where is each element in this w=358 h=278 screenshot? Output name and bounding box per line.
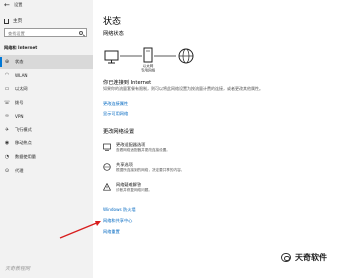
- sidebar-item-2[interactable]: ▭ 以太网: [0, 82, 93, 96]
- ethernet-icon: ▭: [4, 85, 10, 92]
- windows-firewall-link[interactable]: Windows 防火墙: [103, 207, 136, 213]
- sidebar-item-label: WLAN: [15, 72, 28, 78]
- sidebar: ← 设置 主页 查找设置 网络和 Internet ⊕ 状态 ◠ WLAN ▭ 以太网 ☏ 拨…: [0, 0, 93, 278]
- sidebar-section-title: 网络和 Internet: [4, 45, 38, 50]
- diagram-caption-2: 专用网络: [141, 68, 156, 73]
- change-connection-properties-link[interactable]: 更改连接属性: [103, 101, 128, 107]
- network-reset-link[interactable]: 网络重置: [103, 229, 120, 235]
- pc-icon: [104, 50, 119, 64]
- sidebar-item-label: 拨号: [15, 99, 24, 105]
- back-arrow-icon[interactable]: ←: [4, 1, 10, 9]
- sharing-options[interactable]: 共享选项 根据所连接到的网络，决定要共享的内容。: [103, 162, 253, 178]
- sidebar-nav: ⊕ 状态 ◠ WLAN ▭ 以太网 ☏ 拨号 ∞ VPN ✈ 飞行模式 ◉ 移动热点 ◔ 数据使用量 ⊙ 代理: [0, 55, 93, 177]
- sharing-icon: [103, 163, 111, 171]
- wechat-icon: [281, 253, 291, 262]
- show-available-networks-link[interactable]: 显示可用网络: [103, 111, 128, 117]
- search-icon[interactable]: [79, 31, 83, 35]
- hotspot-icon: ◉: [4, 140, 10, 147]
- network-sharing-center-link[interactable]: 网络和共享中心: [103, 218, 132, 224]
- router-icon: [143, 47, 153, 63]
- sidebar-item-label: VPN: [15, 113, 24, 119]
- main-panel: 状态 网络状态 以太网 专用网络 你已连接到 Internet 如果你的流量套餐…: [93, 0, 358, 278]
- search-placeholder: 查找设置: [8, 30, 25, 36]
- home-icon: [4, 18, 9, 24]
- network-troubleshooter-desc: 诊断并修复网络问题。: [116, 188, 152, 192]
- sidebar-item-label: 状态: [15, 58, 24, 64]
- wifi-icon: ◠: [4, 72, 10, 79]
- dialup-icon: ☏: [3, 99, 11, 106]
- connection-status-description: 如果你的流量套餐有限制，则可以将此网络设置为按流量计费的连接，或者更改其他属性。: [103, 86, 263, 91]
- sidebar-item-5[interactable]: ✈ 飞行模式: [0, 123, 93, 137]
- sidebar-item-7[interactable]: ◔ 数据使用量: [0, 150, 93, 164]
- adapter-options-desc: 查看网络适配器并更改连接设置。: [116, 148, 170, 152]
- sidebar-item-label: 以太网: [15, 85, 28, 91]
- adapter-icon: [103, 143, 111, 151]
- app-title: 设置: [14, 2, 23, 7]
- watermark-right: 天奇软件: [281, 252, 327, 263]
- sidebar-item-label: 移动热点: [15, 140, 32, 146]
- globe-icon: ⊕: [4, 58, 10, 65]
- sharing-options-desc: 根据所连接到的网络，决定要共享的内容。: [116, 168, 185, 172]
- sidebar-item-6[interactable]: ◉ 移动热点: [0, 137, 93, 151]
- adapter-options[interactable]: 更改适配器选项 查看网络适配器并更改连接设置。: [103, 142, 253, 158]
- data-usage-icon: ◔: [4, 153, 10, 160]
- network-diagram: 以太网 专用网络: [104, 47, 194, 73]
- connection-status: 你已连接到 Internet: [103, 80, 152, 86]
- watermark-right-text: 天奇软件: [295, 253, 327, 262]
- home-nav-item[interactable]: 主页: [4, 18, 22, 24]
- sidebar-item-label: 飞行模式: [15, 126, 32, 132]
- proxy-icon: ⊙: [4, 167, 10, 174]
- diagram-caption-1: 以太网: [143, 63, 154, 68]
- page-title: 状态: [103, 17, 122, 27]
- search-input[interactable]: 查找设置: [4, 28, 87, 37]
- vpn-icon: ∞: [4, 113, 10, 120]
- network-status-heading: 网络状态: [103, 31, 124, 37]
- globe-icon: [178, 48, 194, 64]
- sidebar-item-4[interactable]: ∞ VPN: [0, 109, 93, 123]
- airplane-icon: ✈: [4, 126, 10, 133]
- change-settings-heading: 更改网络设置: [103, 129, 135, 135]
- troubleshoot-icon: [103, 183, 111, 191]
- sidebar-item-8[interactable]: ⊙ 代理: [0, 164, 93, 178]
- home-label: 主页: [13, 19, 23, 24]
- watermark-left: 天奇教程网: [5, 266, 31, 272]
- network-troubleshooter[interactable]: 网络疑难解答 诊断并修复网络问题。: [103, 182, 253, 198]
- sidebar-item-label: 数据使用量: [15, 153, 36, 159]
- sidebar-item-label: 代理: [15, 167, 24, 173]
- sidebar-item-0[interactable]: ⊕ 状态: [0, 55, 93, 69]
- sidebar-item-1[interactable]: ◠ WLAN: [0, 69, 93, 83]
- sidebar-item-3[interactable]: ☏ 拨号: [0, 96, 93, 110]
